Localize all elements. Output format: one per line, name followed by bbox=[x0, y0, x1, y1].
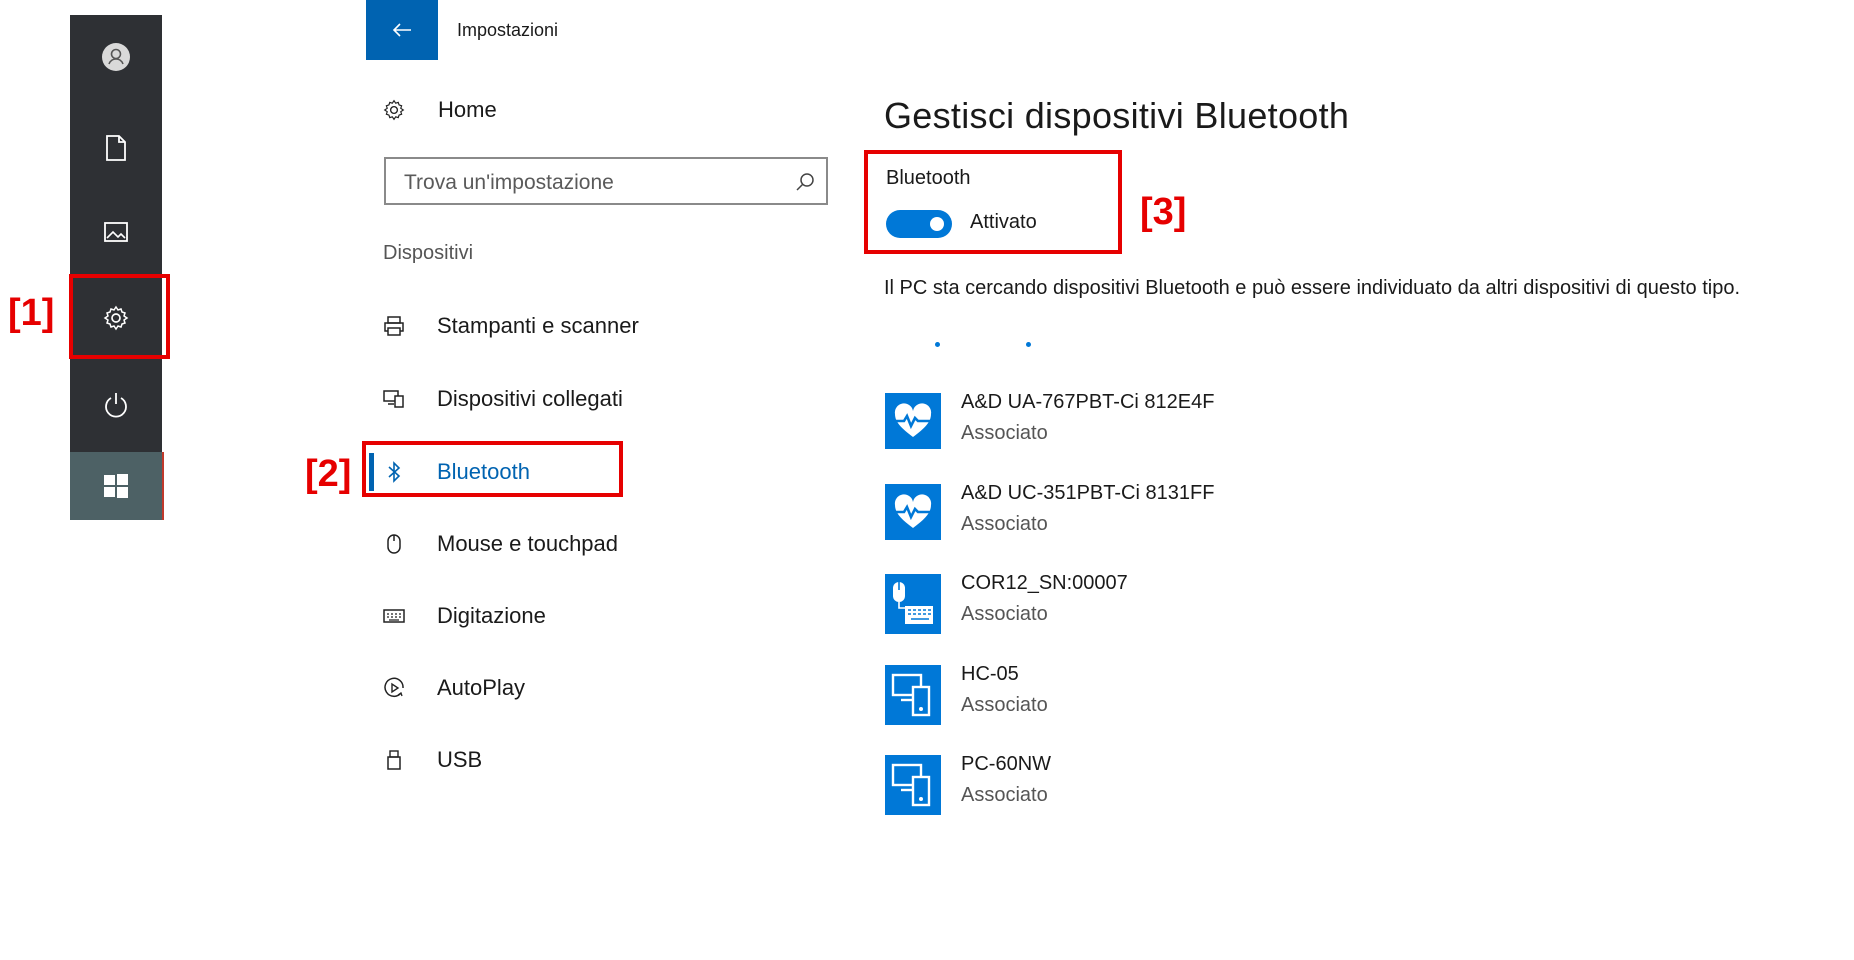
computer-phone-icon bbox=[885, 665, 941, 725]
search-icon[interactable] bbox=[794, 171, 816, 193]
section-label: Dispositivi bbox=[383, 242, 474, 264]
device-item[interactable]: A&D UA-767PBT-Ci 812E4F Associato bbox=[885, 391, 1585, 453]
callout-label-1: [1] bbox=[8, 292, 55, 334]
progress-dot bbox=[1026, 342, 1031, 347]
heart-monitor-icon bbox=[885, 484, 941, 540]
pictures-icon[interactable] bbox=[70, 202, 162, 262]
computer-phone-icon bbox=[885, 755, 941, 815]
nav-item-label: Digitazione bbox=[437, 603, 546, 628]
windows-logo-icon[interactable] bbox=[70, 452, 164, 520]
account-icon[interactable] bbox=[70, 27, 162, 87]
nav-item-mouse[interactable]: Mouse e touchpad bbox=[383, 527, 618, 561]
search-box[interactable] bbox=[384, 157, 828, 205]
progress-dot bbox=[935, 342, 940, 347]
device-name: A&D UC-351PBT-Ci 8131FF bbox=[961, 482, 1215, 504]
autoplay-icon bbox=[383, 677, 405, 699]
nav-item-label: Mouse e touchpad bbox=[437, 531, 619, 556]
keyboard-icon bbox=[383, 605, 405, 627]
search-input[interactable] bbox=[402, 167, 776, 199]
callout-label-3: [3] bbox=[1140, 191, 1187, 233]
nav-item-typing[interactable]: Digitazione bbox=[383, 599, 546, 633]
nav-home-label: Home bbox=[438, 97, 497, 122]
bluetooth-description: Il PC sta cercando dispositivi Bluetooth… bbox=[884, 277, 1741, 299]
nav-item-autoplay[interactable]: AutoPlay bbox=[383, 671, 525, 705]
device-name: COR12_SN:00007 bbox=[961, 572, 1128, 594]
app-title: Impostazioni bbox=[457, 20, 559, 40]
connected-devices-icon bbox=[383, 388, 405, 410]
nav-item-connected-devices[interactable]: Dispositivi collegati bbox=[383, 382, 623, 416]
nav-home[interactable]: Home bbox=[383, 93, 497, 127]
document-icon[interactable] bbox=[70, 118, 162, 178]
usb-icon bbox=[383, 749, 405, 771]
mouse-icon bbox=[383, 533, 405, 555]
nav-item-usb[interactable]: USB bbox=[383, 743, 482, 777]
device-item[interactable]: COR12_SN:00007 Associato bbox=[885, 572, 1585, 634]
device-status: Associato bbox=[961, 784, 1048, 806]
nav-item-label: Stampanti e scanner bbox=[437, 313, 639, 338]
device-status: Associato bbox=[961, 603, 1048, 625]
power-icon[interactable] bbox=[70, 375, 162, 435]
home-gear-icon bbox=[383, 99, 405, 121]
device-status: Associato bbox=[961, 513, 1048, 535]
nav-item-label: USB bbox=[437, 747, 483, 772]
nav-item-printers[interactable]: Stampanti e scanner bbox=[383, 309, 639, 343]
back-arrow-icon bbox=[392, 23, 411, 37]
callout-label-2: [2] bbox=[305, 453, 352, 495]
mouse-keyboard-icon bbox=[885, 574, 941, 634]
device-status: Associato bbox=[961, 694, 1048, 716]
page-title: Gestisci dispositivi Bluetooth bbox=[884, 95, 1350, 136]
device-name: HC-05 bbox=[961, 663, 1019, 685]
printer-icon bbox=[383, 315, 405, 337]
device-item[interactable]: PC-60NW Associato bbox=[885, 753, 1585, 815]
nav-item-label: AutoPlay bbox=[437, 675, 526, 700]
heart-monitor-icon bbox=[885, 393, 941, 449]
callout-box-toggle bbox=[864, 150, 1122, 254]
device-status: Associato bbox=[961, 422, 1048, 444]
device-name: A&D UA-767PBT-Ci 812E4F bbox=[961, 391, 1215, 413]
callout-box-bluetooth bbox=[362, 441, 623, 497]
device-item[interactable]: A&D UC-351PBT-Ci 8131FF Associato bbox=[885, 482, 1585, 544]
device-item[interactable]: HC-05 Associato bbox=[885, 663, 1585, 725]
start-menu-strip bbox=[70, 15, 164, 520]
callout-box-settings bbox=[69, 274, 170, 359]
device-name: PC-60NW bbox=[961, 753, 1052, 775]
back-button[interactable] bbox=[366, 0, 438, 60]
nav-item-label: Dispositivi collegati bbox=[437, 386, 623, 411]
